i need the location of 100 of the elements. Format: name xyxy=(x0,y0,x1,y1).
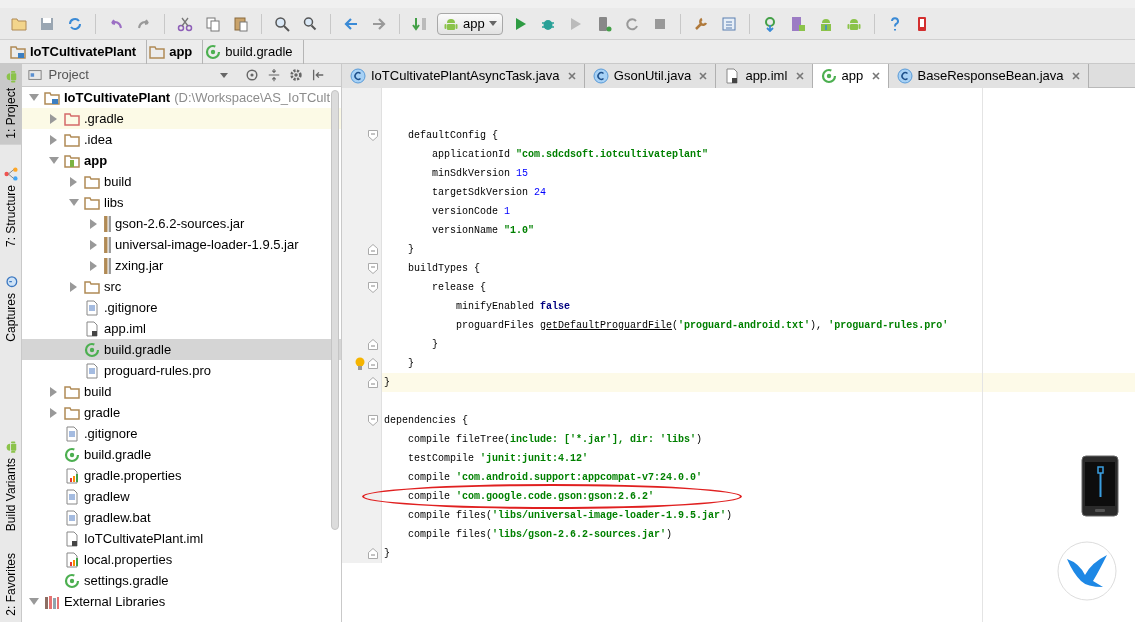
tool-window-tab[interactable]: 2: Favorites xyxy=(0,547,22,622)
class-icon xyxy=(896,68,913,84)
tool-window-tab[interactable]: 1: Project xyxy=(0,64,22,145)
collapsed-arrow-icon[interactable] xyxy=(90,260,98,271)
fold-marker-icon[interactable] xyxy=(368,282,378,293)
code-line-text: dependencies { xyxy=(383,414,468,428)
code-line-text: } xyxy=(431,338,438,352)
tree-item[interactable]: app xyxy=(22,150,341,171)
collapsed-arrow-icon[interactable] xyxy=(50,407,58,418)
breadcrumb-item[interactable]: IoTCultivatePlant xyxy=(8,39,148,64)
tree-item[interactable]: .gitignore xyxy=(22,297,341,318)
code-line-text: defaultConfig { xyxy=(407,129,499,143)
tree-item[interactable]: build.gradle xyxy=(22,444,341,465)
run-config-dropdown[interactable]: app xyxy=(437,12,503,35)
gradle-icon xyxy=(84,341,100,358)
chart-file-icon xyxy=(64,551,80,568)
close-icon[interactable] xyxy=(1071,72,1080,80)
close-icon[interactable] xyxy=(795,72,804,80)
tree-item[interactable]: .gitignore xyxy=(22,423,341,444)
file-icon xyxy=(84,362,100,379)
tree-item[interactable]: External Libraries xyxy=(22,591,341,612)
tool-window-tab[interactable]: Build Variants xyxy=(0,434,22,538)
code-line-text: testCompile 'junit:junit:4.12' xyxy=(407,452,589,466)
editor-tab[interactable]: IoTCultivatePlantAsyncTask.java xyxy=(342,64,585,88)
stopwatch-icon xyxy=(4,274,18,289)
tree-item[interactable]: app.iml xyxy=(22,318,341,339)
collapsed-arrow-icon[interactable] xyxy=(50,134,58,145)
code-line-text: proguardFiles getDefaultProguardFile('proguard-android.txt'), 'proguard-rules.pro' xyxy=(455,319,949,333)
expanded-arrow-icon[interactable] xyxy=(69,198,79,207)
project-folder-icon xyxy=(44,89,60,106)
code-line-text: } xyxy=(383,547,390,561)
code-line-text: minifyEnabled false xyxy=(455,300,571,314)
tree-item[interactable]: build.gradle xyxy=(22,339,341,360)
code-line-text: versionName "1.0" xyxy=(431,224,535,238)
collapsed-arrow-icon[interactable] xyxy=(90,239,98,250)
fold-marker-icon[interactable] xyxy=(368,339,378,350)
tree-item[interactable]: gradlew xyxy=(22,486,341,507)
editor-tab[interactable]: BaseResponseBean.java xyxy=(888,64,1089,88)
fold-marker-icon[interactable] xyxy=(368,415,378,426)
chart-file-icon xyxy=(64,467,80,484)
phone-usb-icon[interactable] xyxy=(1081,455,1119,517)
expanded-arrow-icon[interactable] xyxy=(29,93,39,102)
code-line-text: compile 'com.google.code.gson:gson:2.6.2' xyxy=(407,490,655,504)
collapsed-arrow-icon[interactable] xyxy=(50,113,58,124)
tree-item[interactable]: universal-image-loader-1.9.5.jar xyxy=(22,234,341,255)
fold-marker-icon[interactable] xyxy=(368,358,378,369)
tree-item[interactable]: libs xyxy=(22,192,341,213)
fold-marker-icon[interactable] xyxy=(368,244,378,255)
fold-marker-icon[interactable] xyxy=(368,263,378,274)
fold-marker-icon[interactable] xyxy=(368,377,378,388)
code-line-text: compile files('libs/gson-2.6.2-sources.jar') xyxy=(407,528,673,542)
collapsed-arrow-icon[interactable] xyxy=(70,176,78,187)
libraries-icon xyxy=(44,593,60,610)
tree-item[interactable]: .idea xyxy=(22,129,341,150)
tree-item[interactable]: gradlew.bat xyxy=(22,507,341,528)
tool-window-tab[interactable]: Captures xyxy=(0,268,22,348)
tree-item[interactable]: gson-2.6.2-sources.jar xyxy=(22,213,341,234)
folder-icon xyxy=(64,131,80,148)
panel-icon xyxy=(28,68,42,82)
tree-item[interactable]: settings.gradle xyxy=(22,570,341,591)
expanded-arrow-icon[interactable] xyxy=(49,156,59,165)
project-folder-icon xyxy=(10,43,26,60)
code-line-text: minSdkVersion 15 xyxy=(431,167,529,181)
lightbulb-icon[interactable] xyxy=(354,356,366,371)
tree-item[interactable]: proguard-rules.pro xyxy=(22,360,341,381)
close-icon[interactable] xyxy=(699,72,708,80)
breadcrumb-item[interactable]: build.gradle xyxy=(203,39,304,64)
tree-item[interactable]: gradle.properties xyxy=(22,465,341,486)
tree-item[interactable]: gradle xyxy=(22,402,341,423)
tree-item[interactable]: IoTCultivatePlant.iml xyxy=(22,528,341,549)
fold-marker-icon[interactable] xyxy=(368,548,378,559)
close-icon[interactable] xyxy=(567,72,576,80)
module-folder-icon xyxy=(64,152,80,169)
gradle-icon xyxy=(64,572,80,589)
editor-tab[interactable]: GsonUtil.java xyxy=(584,64,717,88)
folder-icon xyxy=(149,43,166,60)
fold-marker-icon[interactable] xyxy=(368,130,378,141)
editor-tab[interactable]: app xyxy=(812,64,889,88)
tree-item[interactable]: src xyxy=(22,276,341,297)
folder-icon xyxy=(84,173,100,190)
collapsed-arrow-icon[interactable] xyxy=(90,218,98,229)
code-line-text: versionCode 1 xyxy=(431,205,511,219)
collapsed-arrow-icon[interactable] xyxy=(50,386,58,397)
breadcrumb-item[interactable]: app xyxy=(147,39,204,64)
collapsed-arrow-icon[interactable] xyxy=(70,281,78,292)
bird-icon[interactable] xyxy=(1057,541,1117,601)
folder-icon xyxy=(64,404,80,421)
close-icon[interactable] xyxy=(871,72,880,80)
tree-item[interactable]: local.properties xyxy=(22,549,341,570)
tree-item[interactable]: build xyxy=(22,171,341,192)
tree-item[interactable]: IoTCultivatePlant (D:\Workspace\AS_IoTCult xyxy=(22,87,341,108)
tree-item[interactable]: zxing.jar xyxy=(22,255,341,276)
gradle-icon xyxy=(820,68,837,84)
editor-tab[interactable]: app.iml xyxy=(716,64,813,88)
scrollbar-thumb[interactable] xyxy=(331,90,339,530)
expanded-arrow-icon[interactable] xyxy=(29,597,39,606)
tree-item[interactable]: build xyxy=(22,381,341,402)
tool-window-tab[interactable]: 7: Structure xyxy=(0,160,22,253)
tree-item[interactable]: .gradle xyxy=(22,108,341,129)
android-icon xyxy=(4,70,18,84)
